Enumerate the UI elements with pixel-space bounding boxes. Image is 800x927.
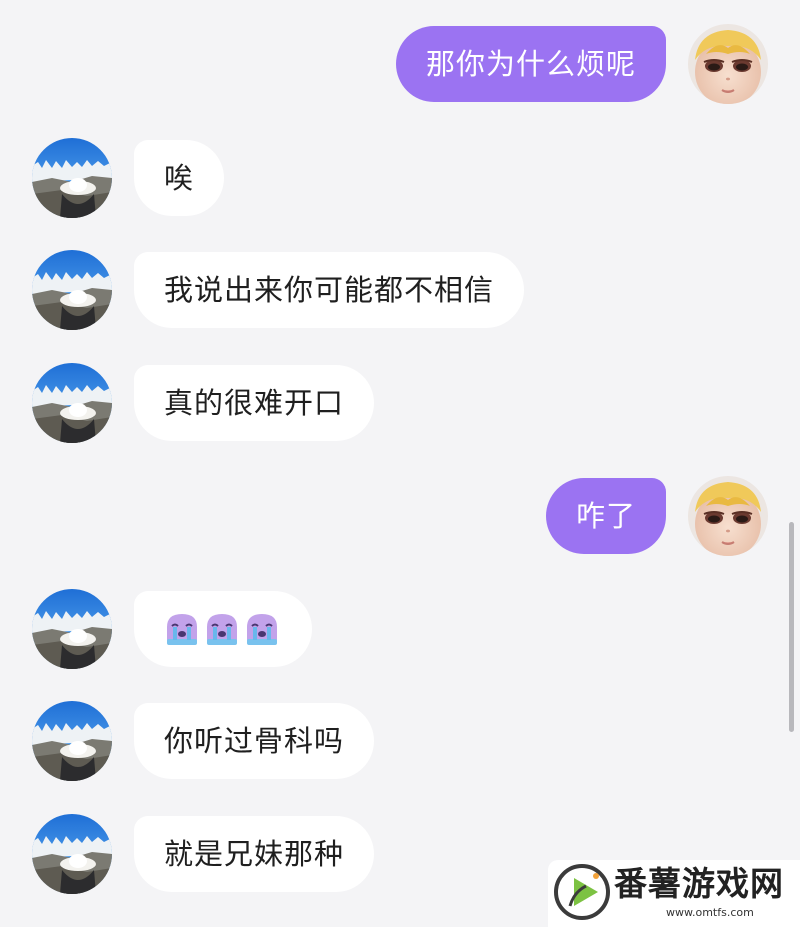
message-bubble-incoming[interactable]: 真的很难开口 — [134, 365, 375, 441]
message-row-incoming: 唉 — [0, 138, 800, 222]
scrollbar[interactable] — [789, 522, 794, 732]
message-bubble-outgoing[interactable]: 咋了 — [545, 478, 666, 554]
message-row-incoming: 真的很难开口 — [0, 363, 800, 447]
crying-face-icon — [204, 611, 240, 647]
watermark-url: www.omtfs.com — [666, 906, 754, 919]
message-row-outgoing: 咋了 — [0, 476, 800, 560]
message-bubble-incoming[interactable]: 就是兄妹那种 — [134, 816, 375, 892]
message-row-incoming: 你听过骨科吗 — [0, 701, 800, 785]
watermark: 番薯游戏网 www.omtfs.com — [548, 860, 800, 927]
hollywood-sign-avatar[interactable] — [32, 701, 112, 781]
message-bubble-emoji[interactable] — [134, 591, 312, 667]
play-logo-icon — [554, 864, 610, 920]
hollywood-sign-avatar[interactable] — [32, 138, 112, 218]
chat-conversation: 那你为什么烦呢 唉 我说出来你可能都不相信 真的很难开口 咋了 你听过骨科吗 就… — [0, 0, 800, 927]
hollywood-sign-avatar[interactable] — [32, 363, 112, 443]
message-bubble-incoming[interactable]: 你听过骨科吗 — [134, 703, 375, 779]
message-row-incoming — [0, 589, 800, 673]
message-row-incoming: 我说出来你可能都不相信 — [0, 250, 800, 334]
message-bubble-incoming[interactable]: 唉 — [134, 140, 225, 216]
doll-avatar[interactable] — [688, 24, 768, 104]
hollywood-sign-avatar[interactable] — [32, 589, 112, 669]
crying-face-icon — [244, 611, 280, 647]
message-bubble-incoming[interactable]: 我说出来你可能都不相信 — [134, 252, 525, 328]
crying-face-icon — [164, 611, 200, 647]
message-row-outgoing: 那你为什么烦呢 — [0, 24, 800, 108]
message-bubble-outgoing[interactable]: 那你为什么烦呢 — [395, 26, 666, 102]
doll-avatar[interactable] — [688, 476, 768, 556]
hollywood-sign-avatar[interactable] — [32, 814, 112, 894]
watermark-title: 番薯游戏网 — [614, 864, 784, 903]
hollywood-sign-avatar[interactable] — [32, 250, 112, 330]
